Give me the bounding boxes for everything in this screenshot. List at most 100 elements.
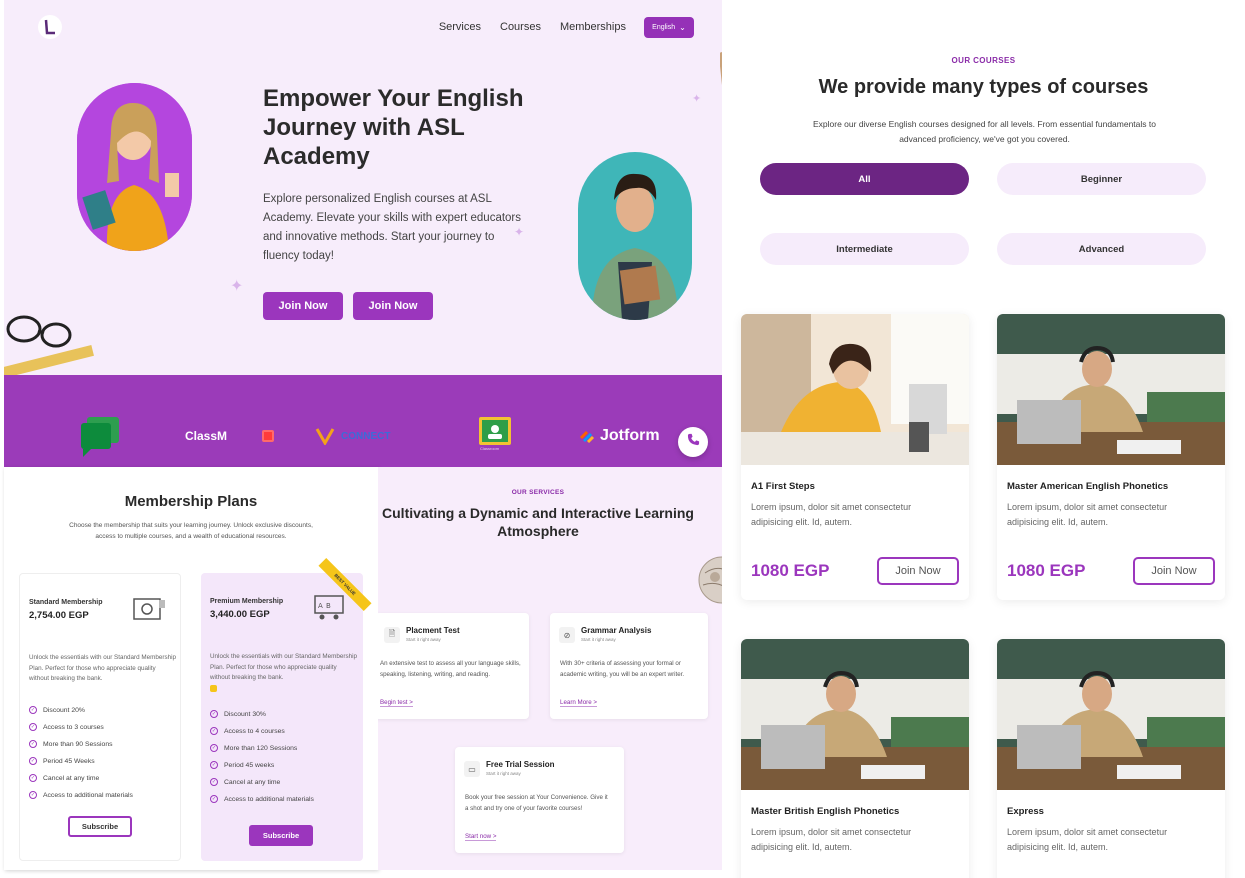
nav-memberships[interactable]: Memberships bbox=[560, 21, 626, 33]
plan-feature-text: Access to additional materials bbox=[224, 795, 314, 803]
check-circle-icon: ✓ bbox=[29, 757, 37, 765]
subscribe-button-standard[interactable]: Subscribe bbox=[68, 816, 132, 837]
check-circle-icon: ✓ bbox=[29, 791, 37, 799]
plan-feature-text: Period 45 Weeks bbox=[43, 757, 95, 765]
course-description: Lorem ipsum, dolor sit amet consectetur … bbox=[1007, 502, 1168, 527]
hero-portrait-right bbox=[578, 152, 692, 320]
plan-feature-text: Discount 30% bbox=[224, 710, 266, 718]
svg-text:A: A bbox=[318, 602, 323, 610]
connect-logo-text: CONNECT bbox=[341, 430, 391, 442]
courses-eyebrow: OUR COURSES bbox=[951, 56, 1016, 65]
hero-portrait-left bbox=[77, 83, 192, 251]
learn-more-link[interactable]: Learn More > bbox=[560, 699, 597, 707]
glasses-decoration bbox=[4, 305, 94, 375]
service-name: Grammar Analysis bbox=[581, 626, 652, 635]
plan-name: Standard Membership bbox=[29, 599, 103, 606]
check-circle-icon: ✓ bbox=[210, 710, 218, 718]
filter-all[interactable]: All bbox=[760, 163, 969, 195]
main-nav: Services Courses Memberships bbox=[439, 21, 626, 33]
service-card-grammar-analysis: ⊘ Grammar Analysis Start it right away W… bbox=[550, 613, 708, 719]
service-card-free-trial: ▭ Free Trial Session Start it right away… bbox=[455, 747, 624, 853]
plan-feature-text: Cancel at any time bbox=[224, 778, 281, 786]
check-circle-icon: ✓ bbox=[29, 774, 37, 782]
sparkle-decoration: ✦ bbox=[230, 278, 244, 295]
course-image bbox=[997, 314, 1225, 465]
plan-feature: ✓ More than 90 Sessions bbox=[29, 740, 113, 748]
course-description: Lorem ipsum, dolor sit amet consectetur … bbox=[751, 827, 912, 852]
course-title: Express bbox=[1007, 806, 1044, 817]
course-title: Master British English Phonetics bbox=[751, 806, 900, 817]
course-image bbox=[741, 639, 969, 790]
check-circle-icon: ✓ bbox=[210, 761, 218, 769]
google-classroom-logo bbox=[479, 417, 511, 445]
nav-courses[interactable]: Courses bbox=[500, 21, 541, 33]
filter-intermediate[interactable]: Intermediate bbox=[760, 233, 969, 265]
plan-feature-text: Access to additional materials bbox=[43, 791, 133, 799]
membership-section: Membership Plans Choose the membership t… bbox=[4, 467, 378, 870]
plan-card-standard: Standard Membership 2,754.00 EGP Unlock … bbox=[19, 573, 181, 861]
filter-advanced[interactable]: Advanced bbox=[997, 233, 1206, 265]
language-select[interactable]: English ⌄ bbox=[644, 17, 694, 38]
plan-feature: ✓ Access to 4 courses bbox=[210, 727, 285, 735]
join-now-button[interactable]: Join Now bbox=[1133, 557, 1215, 585]
plan-feature-text: Discount 20% bbox=[43, 706, 85, 714]
google-chat-logo bbox=[79, 415, 121, 462]
services-eyebrow: OUR SERVICES bbox=[511, 489, 565, 496]
course-image bbox=[997, 639, 1225, 790]
begin-test-link[interactable]: Begin test > bbox=[380, 699, 413, 707]
courses-section: OUR COURSES We provide many types of cou… bbox=[722, 0, 1245, 878]
course-card[interactable]: Express Lorem ipsum, dolor sit amet cons… bbox=[997, 639, 1225, 878]
course-price: 1080 EGP bbox=[1007, 561, 1086, 580]
svg-text:B: B bbox=[326, 602, 331, 610]
certificate-icon bbox=[133, 598, 165, 629]
plan-feature: ✓ Period 45 weeks bbox=[210, 761, 274, 769]
plan-feature-text: More than 120 Sessions bbox=[224, 744, 298, 752]
plan-feature: ✓ Cancel at any time bbox=[29, 774, 99, 782]
crown-emoji-icon bbox=[210, 685, 217, 692]
service-card-placement-test: 🗎 Placment Test Start it right away An e… bbox=[378, 613, 529, 719]
hero-title: Empower Your English Journey with ASL Ac… bbox=[263, 85, 524, 170]
check-circle-icon: ✓ bbox=[210, 795, 218, 803]
membership-title: Membership Plans bbox=[124, 493, 258, 510]
check-circle-icon: ⊘ bbox=[559, 627, 575, 643]
join-now-button[interactable]: Join Now bbox=[877, 557, 959, 585]
site-logo[interactable] bbox=[38, 14, 62, 40]
plan-description: Unlock the essentials with our Standard … bbox=[210, 653, 357, 681]
course-description: Lorem ipsum, dolor sit amet consectetur … bbox=[1007, 827, 1168, 852]
course-title: A1 First Steps bbox=[751, 481, 815, 492]
join-now-button-secondary[interactable]: Join Now bbox=[353, 292, 433, 320]
plan-feature-text: Access to 3 courses bbox=[43, 723, 104, 731]
classm-logo: ClassM bbox=[185, 429, 228, 443]
course-price: 1080 EGP bbox=[751, 561, 830, 580]
jotform-logo: Jotform bbox=[579, 427, 660, 445]
jotform-logo-text: Jotform bbox=[600, 427, 660, 444]
courses-description: Explore our diverse English courses desi… bbox=[812, 119, 1156, 144]
subscribe-button-premium[interactable]: Subscribe bbox=[249, 825, 313, 846]
sparkle-decoration: ✦ bbox=[514, 225, 525, 239]
plan-feature-text: Access to 4 courses bbox=[224, 727, 285, 735]
phone-icon bbox=[687, 433, 700, 451]
plan-price: 2,754.00 EGP bbox=[29, 610, 89, 621]
language-label: English bbox=[652, 24, 676, 31]
hero-description: Explore personalized English courses at … bbox=[263, 193, 522, 262]
filter-beginner[interactable]: Beginner bbox=[997, 163, 1206, 195]
service-description: An extensive test to assess all your lan… bbox=[380, 660, 521, 678]
course-card[interactable]: A1 First Steps Lorem ipsum, dolor sit am… bbox=[741, 314, 969, 600]
phone-call-button[interactable] bbox=[678, 427, 708, 457]
hero-section: Services Courses Memberships English ⌄ E… bbox=[4, 0, 722, 375]
join-now-button[interactable]: Join Now bbox=[263, 292, 343, 320]
check-circle-icon: ✓ bbox=[29, 706, 37, 714]
plan-description: Unlock the essentials with our Standard … bbox=[29, 654, 176, 682]
plan-name: Premium Membership bbox=[210, 598, 284, 605]
check-circle-icon: ✓ bbox=[210, 744, 218, 752]
course-card[interactable]: Master American English Phonetics Lorem … bbox=[997, 314, 1225, 600]
check-circle-icon: ✓ bbox=[29, 740, 37, 748]
partners-strip: ClassM CONNECT Classroom Jotform bbox=[4, 375, 722, 467]
sparkle-decoration: ✦ bbox=[692, 93, 702, 105]
check-circle-icon: ✓ bbox=[210, 727, 218, 735]
start-now-link[interactable]: Start now > bbox=[465, 833, 497, 841]
check-circle-icon: ✓ bbox=[29, 723, 37, 731]
nav-services[interactable]: Services bbox=[439, 21, 481, 33]
square-logo bbox=[262, 430, 274, 442]
course-card[interactable]: Master British English Phonetics Lorem i… bbox=[741, 639, 969, 878]
